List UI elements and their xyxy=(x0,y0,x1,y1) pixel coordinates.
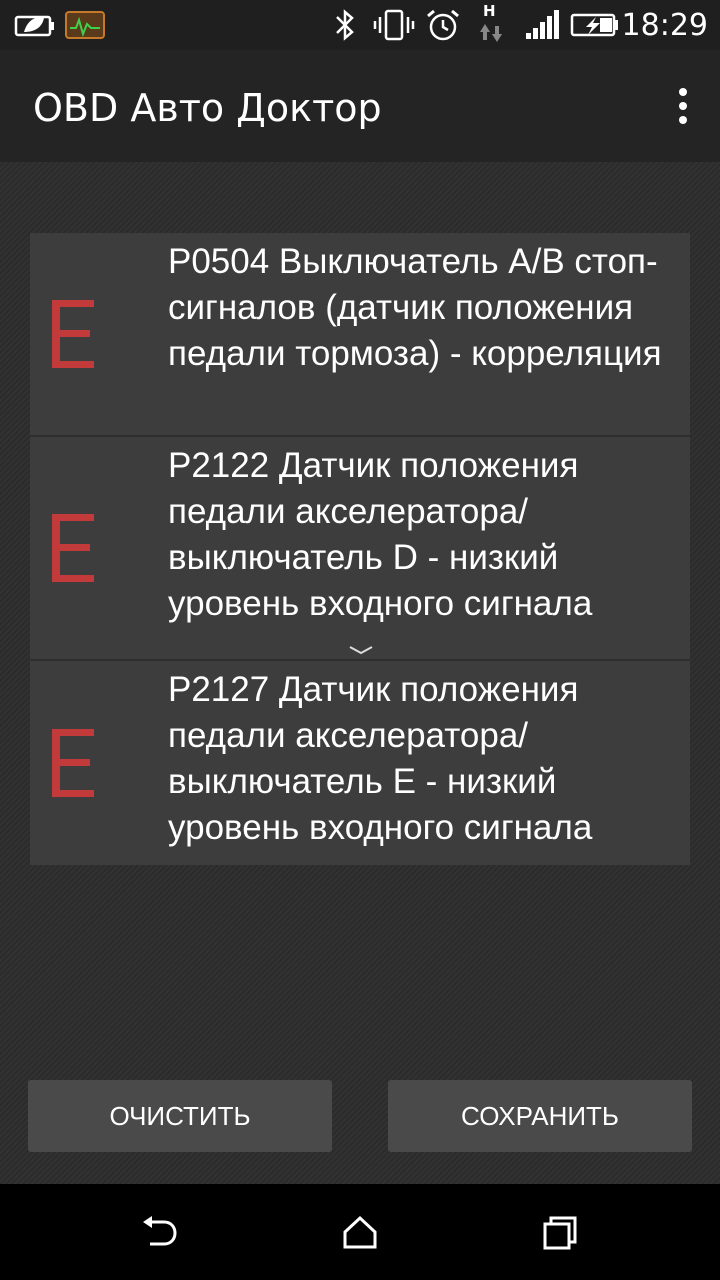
status-bar: H 18:29 xyxy=(0,0,720,50)
clear-button[interactable]: ОЧИСТИТЬ xyxy=(28,1080,332,1152)
data-arrows-icon xyxy=(480,24,502,42)
signal-icon xyxy=(526,10,559,39)
navigation-bar xyxy=(0,1184,720,1280)
app-title: OBD Авто Доктор xyxy=(33,86,382,130)
save-button[interactable]: СОХРАНИТЬ xyxy=(388,1080,692,1152)
obd-monitor-icon xyxy=(65,11,105,39)
bluetooth-icon xyxy=(336,9,354,41)
app-bar: OBD Авто Доктор xyxy=(0,50,720,162)
main-content: P0504 Выключатель A/B стоп-сигналов (дат… xyxy=(0,162,720,1184)
alarm-icon xyxy=(427,9,459,41)
error-item[interactable]: P0504 Выключатель A/B стоп-сигналов (дат… xyxy=(30,233,690,437)
error-level-icon xyxy=(52,300,94,368)
overflow-menu-icon[interactable] xyxy=(676,86,690,126)
error-description: P2122 Датчик положения педали акселерато… xyxy=(168,446,593,623)
network-type-icon: H xyxy=(476,2,506,46)
vibrate-icon xyxy=(373,9,415,41)
status-time: 18:29 xyxy=(621,8,708,43)
home-icon[interactable] xyxy=(340,1214,380,1250)
back-icon[interactable] xyxy=(140,1214,180,1250)
battery-saver-icon xyxy=(14,15,54,37)
error-level-icon xyxy=(52,514,94,582)
error-item[interactable]: P2127 Датчик положения педали акселерато… xyxy=(30,661,690,865)
battery-charging-icon xyxy=(570,13,618,37)
chevron-down-icon[interactable] xyxy=(348,645,374,655)
error-level-icon xyxy=(52,729,94,797)
network-type-label: H xyxy=(483,2,496,20)
error-description: P0504 Выключатель A/B стоп-сигналов (дат… xyxy=(168,242,662,373)
error-code-list[interactable]: P0504 Выключатель A/B стоп-сигналов (дат… xyxy=(30,233,690,865)
recent-apps-icon[interactable] xyxy=(540,1214,580,1250)
error-item[interactable]: P2122 Датчик положения педали акселерато… xyxy=(30,437,690,661)
error-description: P2127 Датчик положения педали акселерато… xyxy=(168,670,593,847)
